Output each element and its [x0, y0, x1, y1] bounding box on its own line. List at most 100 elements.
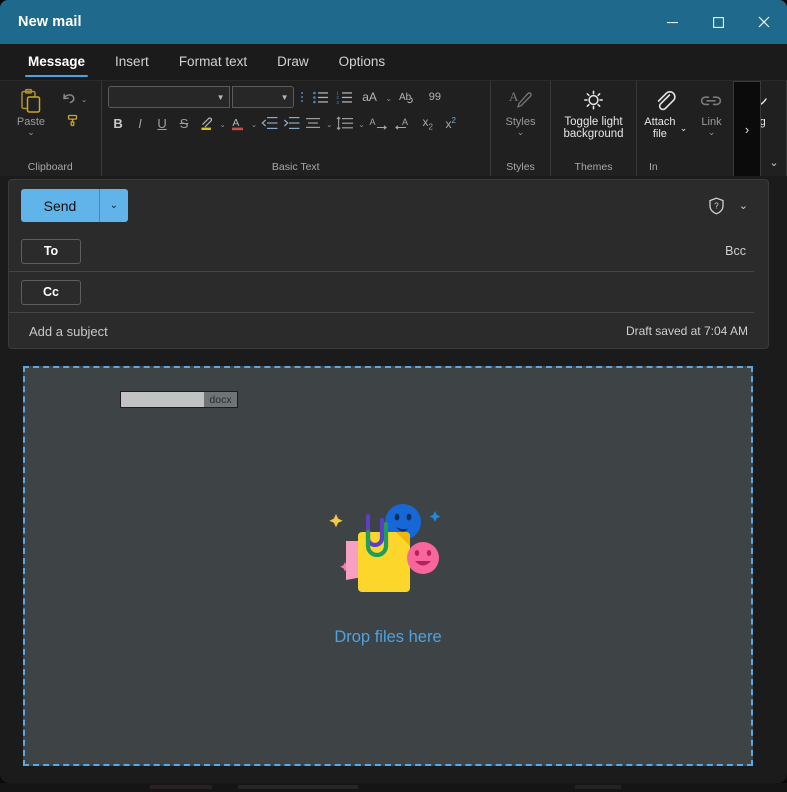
line-spacing-button[interactable] [334, 112, 356, 134]
svg-text:Ab: Ab [399, 92, 412, 103]
undo-icon [63, 93, 75, 104]
basic-text-more-dots[interactable] [297, 92, 307, 102]
paste-button[interactable]: Paste ⌄ [6, 85, 56, 137]
close-button[interactable] [741, 0, 787, 44]
link-dropdown-chevron[interactable]: ⌄ [708, 128, 716, 137]
send-row-actions: ? ⌄ [708, 180, 748, 231]
superscript-button[interactable]: x2 [440, 112, 462, 134]
send-options-chevron[interactable]: ⌄ [99, 189, 128, 222]
cc-input[interactable] [81, 272, 754, 312]
change-case-button[interactable]: aA [358, 86, 382, 108]
italic-button[interactable]: I [130, 112, 151, 134]
tab-draw[interactable]: Draw [263, 49, 323, 80]
ribbon-tabs: Message Insert Format text Draw Options [0, 44, 787, 80]
send-button[interactable]: Send [21, 189, 99, 222]
drag-preview-bar [121, 392, 204, 407]
bullets-button[interactable] [310, 86, 331, 108]
bold-button[interactable]: B [108, 112, 129, 134]
clear-formatting-button[interactable]: Ab [396, 86, 420, 108]
tab-format-text[interactable]: Format text [165, 49, 261, 80]
rtl-button[interactable]: A [392, 112, 416, 134]
ribbon-group-basic-text: ▼ ▼ 1 2 3 aA ⌄ Ab 99 B I U S ⌄ A ⌄ ⌄ ⌄ A… [102, 81, 491, 176]
maximize-button[interactable] [695, 0, 741, 44]
window-title: New mail [18, 14, 82, 30]
subscript-icon: x2 [422, 114, 433, 132]
highlight-dropdown-chevron[interactable]: ⌄ [219, 112, 227, 134]
drop-zone-content: Drop files here [25, 496, 751, 647]
minimize-button[interactable] [649, 0, 695, 44]
align-icon [306, 118, 321, 128]
bottom-strip-item [238, 785, 358, 789]
strikethrough-icon: S [179, 115, 189, 131]
drop-zone[interactable]: docx Drop files here [23, 366, 753, 766]
minimize-icon [666, 21, 678, 23]
font-size-combo[interactable]: ▼ [231, 86, 294, 108]
rtl-icon: A [394, 117, 408, 130]
ribbon-overflow-button[interactable]: › [733, 81, 761, 176]
compose-header: Send ⌄ ? ⌄ To Bcc Cc Add a subject Draft… [8, 179, 769, 349]
increase-indent-icon [284, 117, 300, 129]
font-color-button[interactable]: A [228, 112, 249, 134]
styles-button[interactable]: A Styles ⌄ [497, 85, 544, 137]
quote-icon: 99 [428, 91, 441, 103]
link-button[interactable]: Link ⌄ [689, 85, 733, 137]
svg-text:?: ? [714, 201, 719, 210]
underline-button[interactable]: U [152, 112, 173, 134]
subject-row[interactable]: Add a subject Draft saved at 7:04 AM [9, 313, 768, 349]
undo-button[interactable] [58, 89, 80, 109]
attach-file-dropdown-chevron[interactable]: ⌄ [680, 122, 688, 134]
clear-formatting-icon: Ab [399, 92, 413, 104]
increase-indent-button[interactable] [281, 112, 302, 134]
bold-icon: B [113, 115, 123, 131]
paperclip-icon [657, 91, 676, 111]
paste-dropdown-chevron[interactable]: ⌄ [27, 128, 35, 137]
attach-file-button[interactable]: Attach file ⌄ [643, 85, 687, 140]
quote-button[interactable]: 99 [423, 86, 447, 108]
align-dropdown-chevron[interactable]: ⌄ [325, 112, 333, 134]
sensitivity-button[interactable]: ? [708, 197, 725, 215]
ltr-icon: A [369, 117, 387, 130]
format-painter-button[interactable] [58, 111, 88, 131]
tab-options[interactable]: Options [325, 49, 400, 80]
sun-icon [584, 90, 603, 110]
numbering-button[interactable]: 1 2 3 [334, 86, 355, 108]
styles-group-label: Styles [506, 161, 535, 173]
cc-button[interactable]: Cc [21, 279, 81, 305]
styles-dropdown-chevron[interactable]: ⌄ [517, 128, 525, 137]
change-case-icon: aA [362, 90, 377, 104]
strikethrough-button[interactable]: S [174, 112, 195, 134]
line-spacing-dropdown-chevron[interactable]: ⌄ [357, 112, 365, 134]
ribbon-group-clipboard: Paste ⌄ ⌄ Clipboard [0, 81, 102, 176]
toggle-light-background-button[interactable]: Toggle light background [557, 85, 630, 140]
bottom-strip-item [575, 785, 621, 789]
tab-message[interactable]: Message [14, 49, 99, 80]
font-name-combo[interactable]: ▼ [107, 86, 230, 108]
align-button[interactable] [303, 112, 324, 134]
send-button-group: Send ⌄ [21, 189, 128, 222]
undo-dropdown-chevron[interactable]: ⌄ [80, 95, 88, 104]
drag-preview: docx [120, 391, 238, 408]
to-input[interactable] [81, 231, 754, 271]
italic-icon: I [138, 115, 142, 131]
clipboard-group-label: Clipboard [27, 161, 73, 173]
compose-options-chevron[interactable]: ⌄ [739, 199, 748, 212]
to-button[interactable]: To [21, 238, 81, 264]
bcc-button[interactable]: Bcc [725, 244, 746, 258]
link-icon [701, 96, 722, 106]
underline-icon: U [157, 115, 167, 131]
toggle-light-background-label: Toggle light background [563, 116, 624, 140]
ltr-button[interactable]: A [367, 112, 391, 134]
subscript-button[interactable]: x2 [417, 112, 439, 134]
basic-text-row-1: ▼ ▼ 1 2 3 aA ⌄ Ab 99 [107, 86, 484, 108]
ribbon-collapse-button[interactable]: ⌄ [763, 152, 785, 172]
change-case-dropdown-chevron[interactable]: ⌄ [385, 86, 393, 108]
decrease-indent-button[interactable] [259, 112, 280, 134]
highlight-icon [200, 116, 212, 130]
chevron-down-icon: ▼ [216, 92, 225, 102]
subject-input[interactable]: Add a subject [29, 324, 108, 339]
attach-file-label: Attach file ⌄ [644, 116, 688, 140]
highlight-button[interactable] [196, 112, 218, 134]
font-color-dropdown-chevron[interactable]: ⌄ [250, 112, 258, 134]
svg-text:A: A [509, 89, 519, 104]
tab-insert[interactable]: Insert [101, 49, 163, 80]
